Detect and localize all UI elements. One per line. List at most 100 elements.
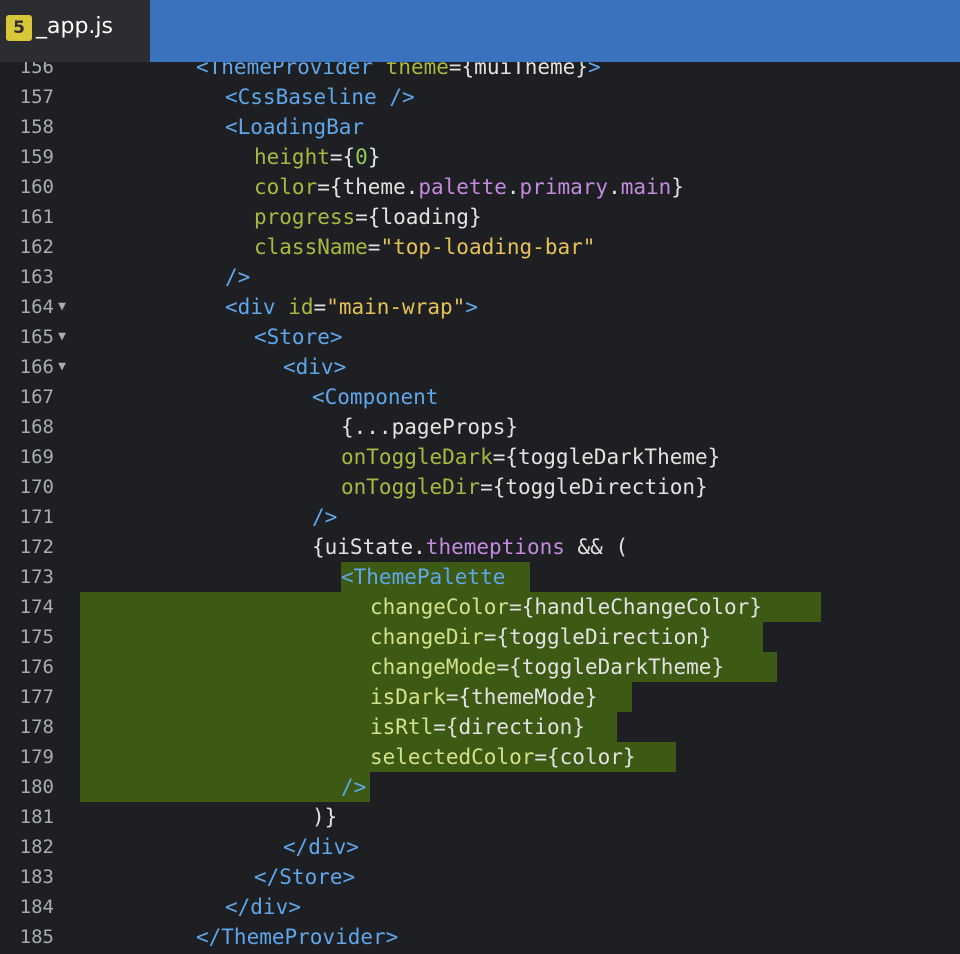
code-token: ={toggleDarkTheme} (496, 655, 725, 679)
code-line[interactable]: 169 onToggleDark={toggleDarkTheme} (0, 442, 960, 472)
code-text: <div> (283, 352, 346, 382)
code-text: </div> (283, 832, 359, 862)
code-token: className (254, 235, 368, 259)
code-token: themeptions (425, 535, 565, 559)
code-token: onToggleDir (341, 475, 481, 499)
code-token: color (254, 175, 318, 199)
code-text: </ThemeProvider> (196, 922, 398, 952)
line-number: 159 (19, 146, 54, 168)
code-token: > (587, 62, 601, 79)
line-number: 168 (19, 416, 54, 438)
code-text: {...pageProps} (341, 412, 518, 442)
code-text: <LoadingBar (225, 112, 364, 142)
fold-arrow-icon[interactable]: ▼ (55, 352, 69, 382)
code-line[interactable]: 179 selectedColor={color} (0, 742, 960, 772)
line-number: 174 (19, 596, 54, 618)
code-token: "main-wrap" (326, 295, 466, 319)
line-number: 181 (19, 806, 54, 828)
code-token: ={themeMode} (445, 685, 598, 709)
code-token: ={toggleDirection} (483, 625, 712, 649)
line-number: 182 (19, 836, 54, 858)
code-token: "top-loading-bar" (380, 235, 596, 259)
code-line[interactable]: 176 changeMode={toggleDarkTheme} (0, 652, 960, 682)
code-token: )} (312, 805, 338, 829)
code-line[interactable]: 167 <Component (0, 382, 960, 412)
code-token: = (313, 295, 327, 319)
tab-app-js[interactable]: 5 _app.js (0, 0, 150, 62)
code-token: <ThemePalette (341, 565, 506, 589)
code-line[interactable]: 180 /> (0, 772, 960, 802)
code-line[interactable]: 173 <ThemePalette (0, 562, 960, 592)
fold-arrow-icon[interactable]: ▼ (55, 292, 69, 322)
line-number: 176 (19, 656, 54, 678)
code-line[interactable]: 160 color={theme.palette.primary.main} (0, 172, 960, 202)
code-line[interactable]: 156 <ThemeProvider theme={muiTheme}> (0, 62, 960, 82)
code-text: <Component (312, 382, 438, 412)
code-token: ={ (329, 145, 356, 169)
line-number: 165 (19, 326, 54, 348)
code-line[interactable]: 162 className="top-loading-bar" (0, 232, 960, 262)
code-line[interactable]: 181)} (0, 802, 960, 832)
code-token: ={handleChangeColor} (509, 595, 762, 619)
code-token: </div> (283, 835, 359, 859)
code-line[interactable]: 178 isRtl={direction} (0, 712, 960, 742)
code-token: /> (341, 775, 367, 799)
code-text: /> (225, 262, 250, 292)
code-text: /> (312, 502, 337, 532)
code-token: 0 (355, 145, 368, 169)
code-text: onToggleDark={toggleDarkTheme} (341, 442, 720, 472)
code-line[interactable]: 161 progress={loading} (0, 202, 960, 232)
code-line[interactable]: 164 ▼ <div id="main-wrap"> (0, 292, 960, 322)
code-token: {uiState. (312, 535, 426, 559)
line-number: 173 (19, 566, 54, 588)
selection-highlight (80, 772, 371, 802)
code-editor[interactable]: 156 <ThemeProvider theme={muiTheme}> 157 <C… (0, 62, 960, 954)
line-number: 184 (19, 896, 54, 918)
code-line[interactable]: 184 </div> (0, 892, 960, 922)
code-text: <div id="main-wrap"> (225, 292, 478, 322)
code-line[interactable]: 158 <LoadingBar (0, 112, 960, 142)
code-text: {uiState.themeptions && ( (312, 532, 628, 562)
code-line[interactable]: 171 /> (0, 502, 960, 532)
code-token: <LoadingBar (225, 115, 365, 139)
code-text: </div> (225, 892, 301, 922)
code-line[interactable]: 157 <CssBaseline /> (0, 82, 960, 112)
code-text: className="top-loading-bar" (254, 232, 595, 262)
code-line[interactable]: 183 </Store> (0, 862, 960, 892)
line-number: 183 (19, 866, 54, 888)
line-number: 162 (19, 236, 54, 258)
line-number: 160 (19, 176, 54, 198)
line-number: 179 (19, 746, 54, 768)
code-line[interactable]: 175 changeDir={toggleDirection} (0, 622, 960, 652)
code-line[interactable]: 159 height={0} (0, 142, 960, 172)
code-token: progress (254, 205, 356, 229)
code-token: isRtl (370, 715, 434, 739)
code-line[interactable]: 177 isDark={themeMode} (0, 682, 960, 712)
code-token: ={muiTheme} (448, 62, 588, 79)
code-line[interactable]: 168 {...pageProps} (0, 412, 960, 442)
code-token: <div (225, 295, 276, 319)
code-text: <CssBaseline /> (225, 82, 415, 112)
code-token: <Store> (254, 325, 343, 349)
code-token: theme (385, 62, 449, 79)
code-token: . (506, 175, 520, 199)
fold-arrow-icon[interactable]: ▼ (55, 322, 69, 352)
code-line[interactable]: 166 ▼ <div> (0, 352, 960, 382)
tab-bar: 5 _app.js (0, 0, 960, 62)
code-line[interactable]: 172 {uiState.themeptions && ( (0, 532, 960, 562)
code-line[interactable]: 185 </ThemeProvider> (0, 922, 960, 952)
code-token: = (367, 235, 381, 259)
code-text: <Store> (254, 322, 343, 352)
code-line[interactable]: 170 onToggleDir={toggleDirection} (0, 472, 960, 502)
code-token: changeMode (370, 655, 497, 679)
code-line[interactable]: 165 ▼ <Store> (0, 322, 960, 352)
code-line[interactable]: 163 /> (0, 262, 960, 292)
code-token: ={theme. (317, 175, 419, 199)
code-token: <CssBaseline /> (225, 85, 415, 109)
code-line[interactable]: 182 </div> (0, 832, 960, 862)
code-text: <ThemePalette (341, 562, 505, 592)
code-line[interactable]: 174 changeColor={handleChangeColor} (0, 592, 960, 622)
code-text: color={theme.palette.primary.main} (254, 172, 684, 202)
code-token: ={color} (534, 745, 636, 769)
